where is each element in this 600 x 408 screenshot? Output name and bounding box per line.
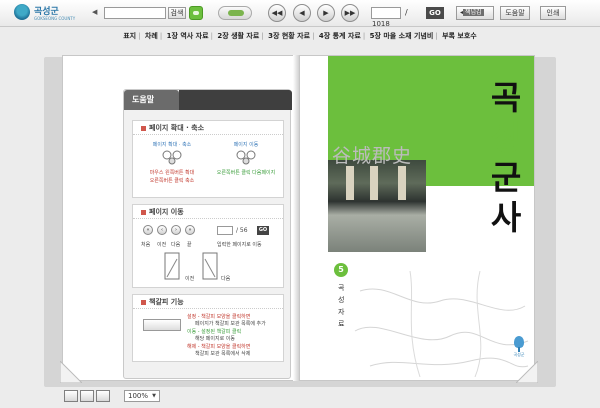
zoom-value: 100% <box>128 392 149 400</box>
zoom-help-line2: 오른쪽버튼 클릭 축소 <box>149 178 195 184</box>
gokseong-logo[interactable]: 곡성군 GOKSEONG COUNTY <box>14 3 84 25</box>
move-help-line1: 오른쪽버튼 클릭 다음페이지 <box>216 170 276 176</box>
right-page-curl-icon[interactable] <box>516 361 538 383</box>
chapter-number-badge: 5 <box>334 263 348 277</box>
demo-sub-next: 다음 <box>221 276 231 282</box>
single-page-view-icon[interactable] <box>64 390 78 402</box>
toc-item-chapter1[interactable]: 1장 역사 자료 <box>167 32 209 40</box>
toc-item-chapter4[interactable]: 4장 통계 자료 <box>319 32 361 40</box>
chapter-nav: 표지 | 차례 | 1장 역사 자료 | 2장 생활 자료 | 3장 현황 자료 | 4장… <box>123 32 477 40</box>
help-panel-header: 도움말 <box>124 90 292 110</box>
right-arrow-icon: ▶ <box>323 9 329 17</box>
photo-signboard <box>346 166 354 200</box>
zoom-select[interactable]: 100% ▼ <box>124 390 160 402</box>
help-panel: 도움말 페이지 확대 · 축소 페이지 확대 · 축소 마우스 왼쪽버튼 확대 … <box>123 89 292 379</box>
page-total: 1018 <box>372 20 390 28</box>
bookmark-icon[interactable] <box>189 6 203 20</box>
bookmark-help-line4: 해당 페이지로 이동 <box>195 336 235 342</box>
move-mouse-icon <box>236 150 256 165</box>
demo-label-first: 처음 <box>141 242 151 248</box>
demo-bookmark-widget <box>143 319 181 331</box>
toc-item-cover[interactable]: 표지 <box>123 32 136 40</box>
logo-subtitle: GOKSEONG COUNTY <box>34 16 76 21</box>
demo-next-icon: › <box>171 225 181 235</box>
toc-item-chapter3[interactable]: 3장 현황 자료 <box>268 32 310 40</box>
flipbook: 도움말 페이지 확대 · 축소 페이지 확대 · 축소 마우스 왼쪽버튼 확대 … <box>38 55 560 387</box>
demo-sub-prev: 이전 <box>185 276 195 282</box>
top-toolbar: 곡성군 GOKSEONG COUNTY ◀ 검색 ◀◀ ◀ ▶ ▶▶ / 101… <box>0 0 600 28</box>
bookmark-help-line3: 이동 - 설정된 책갈피 클릭 <box>187 329 242 335</box>
next-page-button[interactable]: ▶ <box>317 4 335 22</box>
cover-photo <box>328 160 426 252</box>
go-button[interactable]: GO <box>426 7 444 19</box>
toolbar-toggle-icon[interactable]: ◀ <box>92 8 97 16</box>
cover-title-char: 성 <box>490 118 522 157</box>
cover-title-char: 군 <box>490 158 522 197</box>
demo-label-prev: 이전 <box>157 242 167 248</box>
double-left-icon: ◀◀ <box>271 9 283 17</box>
demo-prev-icon: ‹ <box>157 225 167 235</box>
left-page[interactable]: 도움말 페이지 확대 · 축소 페이지 확대 · 축소 마우스 왼쪽버튼 확대 … <box>62 55 324 381</box>
zoom-help-title: 페이지 확대 · 축소 <box>152 142 192 148</box>
page-number-input[interactable] <box>371 7 401 19</box>
photo-signboard <box>370 166 378 200</box>
search-input[interactable] <box>104 7 166 19</box>
cover-title-char: 곡 <box>490 78 522 117</box>
slide-tool-icon[interactable] <box>218 6 252 20</box>
thumbnail-view-icon[interactable] <box>96 390 110 402</box>
demo-label-goto: 입력한 페이지로 이동 <box>217 242 262 248</box>
help-card-navigation: 페이지 이동 « ‹ › » / 56 GO 처음 이전 다음 끝 입력한 페이… <box>132 204 284 288</box>
toc-item-appendix[interactable]: 부록 보호수 <box>442 32 477 40</box>
demo-label-last: 끝 <box>187 242 192 248</box>
help-card-zoom-title: 페이지 확대 · 축소 <box>133 121 283 135</box>
left-page-curl-icon[interactable] <box>60 361 82 383</box>
bookmark-help-line6: 책갈피 보관 목록에서 삭제 <box>195 351 251 357</box>
double-page-view-icon[interactable] <box>80 390 94 402</box>
photo-signboard <box>398 166 406 200</box>
county-emblem: 곡성군 <box>508 336 530 358</box>
demo-page-total: / 56 <box>236 227 248 234</box>
help-card-zoom: 페이지 확대 · 축소 페이지 확대 · 축소 마우스 왼쪽버튼 확대 오른쪽버… <box>132 120 284 198</box>
help-card-navigation-title: 페이지 이동 <box>133 205 283 219</box>
toc-item-chapter2[interactable]: 2장 생활 자료 <box>217 32 259 40</box>
help-panel-header-bar <box>179 90 292 110</box>
chapter-vertical-label: 곡성자료 <box>338 284 345 328</box>
emblem-text: 곡성군 <box>513 352 525 357</box>
cover-hanja-title: 谷城郡史 <box>332 145 413 167</box>
demo-go: GO <box>257 226 269 235</box>
prev-page-button[interactable]: ◀ <box>293 4 311 22</box>
chevron-down-icon: ▼ <box>152 393 156 399</box>
zoom-help-line1: 마우스 왼쪽버튼 확대 <box>149 170 195 176</box>
cover-title: 곡 성 군 사 <box>478 78 534 238</box>
move-help-title: 페이지 이동 <box>233 142 259 148</box>
bookmark-help-line2: 페이지가 책갈피 보관 목록에 추가 <box>195 321 266 327</box>
demo-last-icon: » <box>185 225 195 235</box>
demo-label-next: 다음 <box>171 242 181 248</box>
help-card-bookmark: 책갈피 기능 설정 - 책갈피 모양을 클릭하면 페이지가 책갈피 보관 목록에… <box>132 294 284 362</box>
toc-item-chapter5[interactable]: 5장 마을 소재 기념비 <box>370 32 434 40</box>
help-panel-title: 도움말 <box>124 90 179 110</box>
map-background <box>354 271 529 377</box>
help-button[interactable]: 도움말 <box>500 6 530 20</box>
page-mode-value: 책넘김 <box>463 9 484 16</box>
page-separator: / <box>405 8 408 17</box>
first-page-button[interactable]: ◀◀ <box>268 4 286 22</box>
bookmark-help-line5: 해제 - 책갈피 모양을 클릭하면 <box>187 344 251 350</box>
cover-title-char: 사 <box>490 198 522 237</box>
demo-first-icon: « <box>143 225 153 235</box>
demo-page-input <box>217 226 233 235</box>
county-emblem-icon <box>14 4 30 20</box>
search-button[interactable]: 검색 <box>168 7 186 19</box>
bottom-toolbar: 100% ▼ <box>0 386 600 408</box>
bookmark-help-line1: 설정 - 책갈피 모양을 클릭하면 <box>187 314 251 320</box>
toc-item-contents[interactable]: 차례 <box>145 32 158 40</box>
page-mode-select[interactable]: ◂ 책넘김 <box>456 6 494 20</box>
double-right-icon: ▶▶ <box>344 9 356 17</box>
left-arrow-icon: ◀ <box>299 9 305 17</box>
last-page-button[interactable]: ▶▶ <box>341 4 359 22</box>
right-page[interactable]: 谷城郡史 곡 성 군 사 5 곡성자료 곡성군 <box>299 55 535 381</box>
help-card-bookmark-title: 책갈피 기능 <box>133 295 283 309</box>
print-button[interactable]: 인쇄 <box>540 6 566 20</box>
zoom-mouse-icon <box>162 150 182 165</box>
